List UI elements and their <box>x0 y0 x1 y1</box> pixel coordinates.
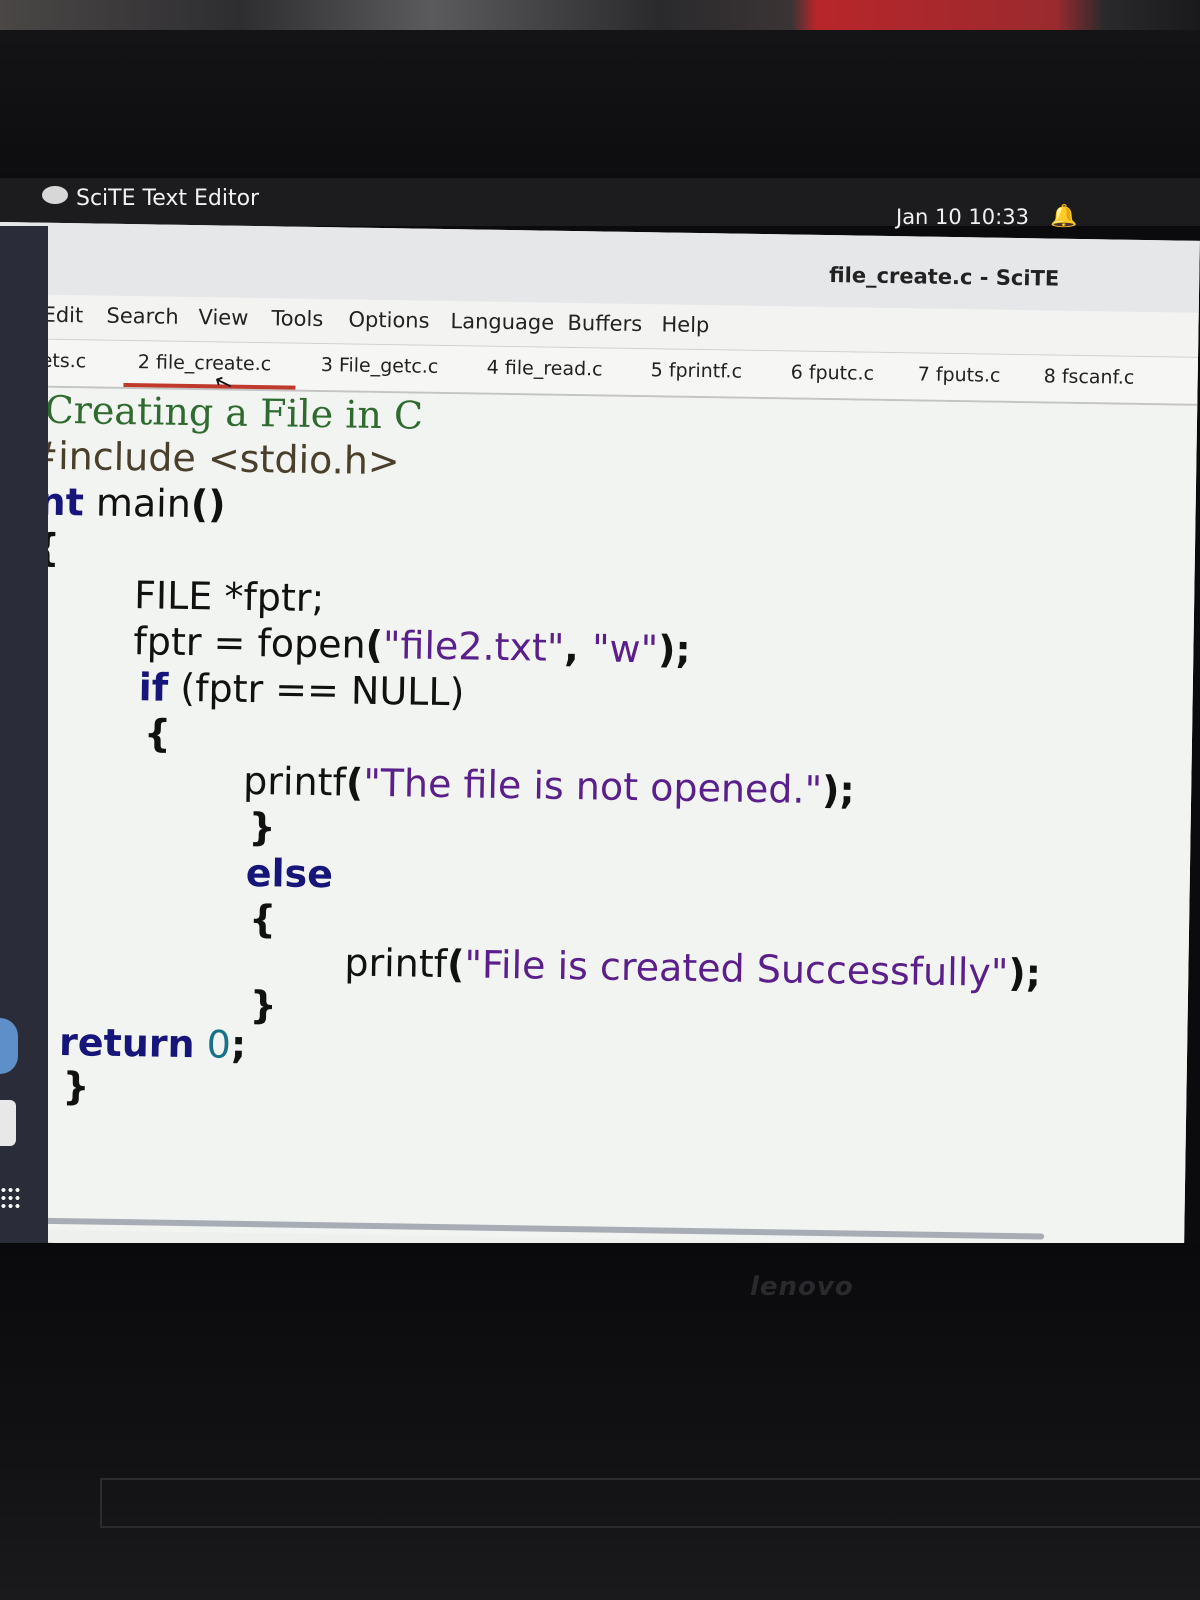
keyboard-edge <box>100 1478 1200 1528</box>
menu-tools[interactable]: Tools <box>271 306 323 331</box>
string-not-opened: "The file is not opened." <box>362 760 823 812</box>
code-line-11: else <box>245 850 334 897</box>
string-file2: "file2.txt" <box>382 623 565 670</box>
menu-search[interactable]: Search <box>106 304 179 329</box>
code-line-10: } <box>248 804 276 850</box>
printf-call: printf <box>344 940 448 987</box>
keyword-return: return <box>58 1020 195 1067</box>
code-line-3: int main() <box>25 479 226 526</box>
paren-close-semi: ); <box>657 627 691 672</box>
menu-help[interactable]: Help <box>661 312 709 337</box>
main-parens: () <box>190 482 226 527</box>
menu-view[interactable]: View <box>198 305 248 330</box>
tab-file-create[interactable]: 2 file_create.c <box>138 351 272 375</box>
paren-close-semi: ); <box>1007 950 1042 996</box>
paren-close-semi: ); <box>821 767 855 813</box>
tab-file-read[interactable]: 4 file_read.c <box>487 357 603 381</box>
clock[interactable]: Jan 10 10:33 <box>896 205 1029 229</box>
bell-icon[interactable]: 🔔 <box>1050 204 1077 229</box>
tab-fputs[interactable]: 7 fputs.c <box>918 363 1001 386</box>
main-name: main <box>83 480 192 527</box>
code-line-1: //Creating a File in C <box>18 387 424 438</box>
string-created: "File is created Successfully" <box>464 942 1009 995</box>
tab-fputc[interactable]: 6 fputc.c <box>791 361 875 384</box>
code-line-2: #include <stdio.h> <box>25 433 401 484</box>
printf-call: printf <box>242 758 347 805</box>
semicolon: ; <box>230 1022 247 1067</box>
app-menu-name[interactable]: SciTE Text Editor <box>76 186 259 211</box>
code-line-13: printf("File is created Successfully"); <box>344 941 1041 996</box>
code-line-15: return 0; <box>59 1020 247 1067</box>
code-line-16: } <box>62 1064 90 1109</box>
comma: , <box>564 625 593 671</box>
window-title: file_create.c - SciTE <box>828 263 1060 291</box>
if-condition: (fptr == NULL) <box>167 665 465 715</box>
app-grid-icon[interactable] <box>0 1186 20 1212</box>
tab-file-getc[interactable]: 3 File_getc.c <box>321 354 439 378</box>
scite-window: file_create.c - SciTE le Edit Search Vie… <box>0 222 1200 1261</box>
horizontal-scrollbar[interactable] <box>34 1217 1045 1240</box>
launcher-dock <box>0 226 48 1244</box>
code-line-14: } <box>249 983 278 1028</box>
brand-logo: lenovo <box>750 1272 854 1302</box>
code-line-12: { <box>248 897 277 942</box>
paren-open: ( <box>365 622 384 668</box>
file-icon[interactable] <box>0 1100 16 1146</box>
code-line-7: if (fptr == NULL) <box>138 665 464 714</box>
menu-options[interactable]: Options <box>348 307 429 332</box>
scite-app-icon <box>42 186 68 204</box>
menu-language[interactable]: Language <box>450 309 554 335</box>
keyword-if: if <box>138 665 169 710</box>
paren-open: ( <box>446 942 465 987</box>
laptop-bezel-bottom <box>0 1243 1200 1600</box>
string-mode: "w" <box>591 626 659 672</box>
menu-edit[interactable]: Edit <box>42 303 83 328</box>
paren-open: ( <box>345 760 364 805</box>
code-line-5: FILE *fptr; <box>133 573 325 621</box>
fopen-call: fptr = fopen <box>133 619 366 667</box>
tab-fprintf[interactable]: 5 fprintf.c <box>651 359 743 382</box>
laptop-bezel-top <box>0 30 1200 180</box>
code-line-8: { <box>143 711 172 756</box>
number-zero: 0 <box>194 1022 232 1067</box>
code-editor[interactable]: //Creating a File in C #include <stdio.h… <box>0 386 1198 1248</box>
tab-fscanf[interactable]: 8 fscanf.c <box>1044 365 1135 388</box>
code-line-6: fptr = fopen("file2.txt", "w"); <box>133 619 691 672</box>
menu-buffers[interactable]: Buffers <box>567 311 642 336</box>
code-line-9: printf("The file is not opened."); <box>243 759 855 813</box>
